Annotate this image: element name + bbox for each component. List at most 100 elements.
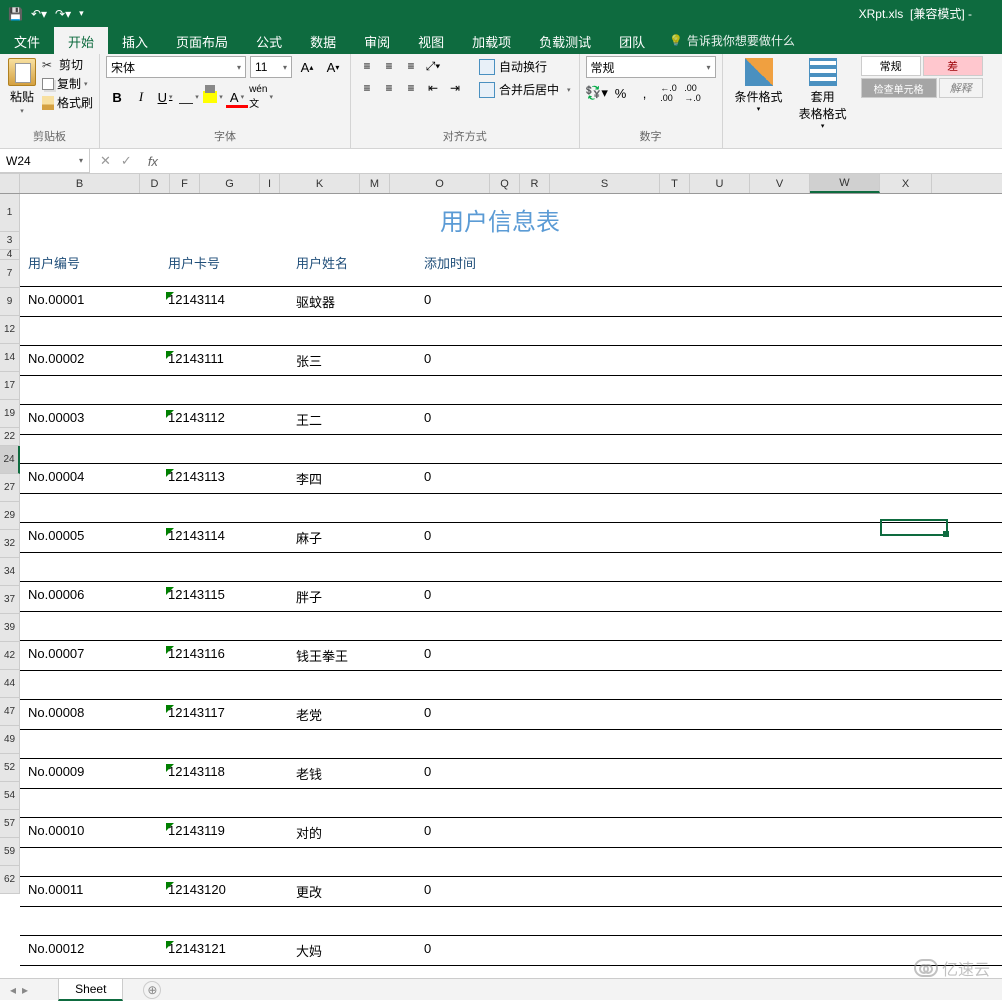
align-right-button[interactable]: ≡ <box>401 78 421 98</box>
paste-button[interactable]: 粘贴 ▾ <box>6 56 38 117</box>
cell-card[interactable]: 12143118 <box>168 764 296 783</box>
fill-color-button[interactable]: ▾ <box>202 86 224 108</box>
cut-button[interactable]: ✂剪切 <box>42 56 93 73</box>
tab-insert[interactable]: 插入 <box>108 27 162 54</box>
row-header-62[interactable]: 62 <box>0 866 20 894</box>
col-header-R[interactable]: R <box>520 174 550 193</box>
table-row[interactable]: No.0000312143112王二0 <box>20 404 1002 435</box>
format-as-table-button[interactable]: 套用 表格格式▾ <box>793 56 853 132</box>
row-header-59[interactable]: 59 <box>0 838 20 866</box>
comma-button[interactable]: , <box>634 82 656 104</box>
cell-card[interactable]: 12143115 <box>168 587 296 606</box>
cell-no[interactable]: No.00002 <box>28 351 168 370</box>
font-name-combo[interactable]: 宋体▾ <box>106 56 246 78</box>
cell-card[interactable]: 12143116 <box>168 646 296 665</box>
font-color-button[interactable]: A▾ <box>226 86 248 108</box>
col-header-T[interactable]: T <box>660 174 690 193</box>
tab-view[interactable]: 视图 <box>404 27 458 54</box>
tab-nav-next[interactable]: ▸ <box>22 983 28 997</box>
align-bottom-button[interactable]: ≡ <box>401 56 421 76</box>
row-header-17[interactable]: 17 <box>0 372 20 400</box>
style-normal[interactable]: 常规 <box>861 56 921 76</box>
sheet-tab-active[interactable]: Sheet <box>58 978 123 1001</box>
cell-time[interactable]: 0 <box>424 705 544 724</box>
tab-review[interactable]: 审阅 <box>350 27 404 54</box>
style-explain[interactable]: 解释 <box>939 78 983 98</box>
cell-time[interactable]: 0 <box>424 528 544 547</box>
align-left-button[interactable]: ≡ <box>357 78 377 98</box>
cell-no[interactable]: No.00004 <box>28 469 168 488</box>
row-header-54[interactable]: 54 <box>0 782 20 810</box>
row-header-39[interactable]: 39 <box>0 614 20 642</box>
cell-card[interactable]: 12143117 <box>168 705 296 724</box>
formula-input[interactable] <box>168 149 1002 173</box>
enter-icon[interactable]: ✓ <box>121 153 132 169</box>
row-header-52[interactable]: 52 <box>0 754 20 782</box>
italic-button[interactable]: I <box>130 86 152 108</box>
row-header-19[interactable]: 19 <box>0 400 20 428</box>
cell-no[interactable]: No.00008 <box>28 705 168 724</box>
cell-name[interactable]: 老党 <box>296 705 424 724</box>
qat-more-icon[interactable]: ▾ <box>79 8 84 19</box>
table-row[interactable]: No.0000712143116钱王拳王0 <box>20 640 1002 671</box>
cell-time[interactable]: 0 <box>424 469 544 488</box>
row-header-29[interactable]: 29 <box>0 502 20 530</box>
cell-no[interactable]: No.00006 <box>28 587 168 606</box>
row-header-1[interactable]: 1 <box>0 194 20 232</box>
table-row[interactable]: No.0000912143118老钱0 <box>20 758 1002 789</box>
tab-file[interactable]: 文件 <box>0 27 54 54</box>
cell-time[interactable]: 0 <box>424 351 544 370</box>
col-header-M[interactable]: M <box>360 174 390 193</box>
tell-me-search[interactable]: 告诉我你想要做什么 <box>669 27 795 54</box>
underline-button[interactable]: U▾ <box>154 86 176 108</box>
cell-card[interactable]: 12143121 <box>168 941 296 960</box>
cell-no[interactable]: No.00007 <box>28 646 168 665</box>
cell-time[interactable]: 0 <box>424 941 544 960</box>
cell-time[interactable]: 0 <box>424 764 544 783</box>
cell-name[interactable]: 对的 <box>296 823 424 842</box>
row-header-14[interactable]: 14 <box>0 344 20 372</box>
cell-no[interactable]: No.00011 <box>28 882 168 901</box>
indent-decrease-button[interactable]: ⇤ <box>423 78 443 98</box>
tab-nav-prev[interactable]: ◂ <box>10 983 16 997</box>
table-row[interactable]: No.0000412143113李四0 <box>20 463 1002 494</box>
cell-time[interactable]: 0 <box>424 646 544 665</box>
cell-card[interactable]: 12143112 <box>168 410 296 429</box>
col-header-G[interactable]: G <box>200 174 260 193</box>
cell-card[interactable]: 12143120 <box>168 882 296 901</box>
cell-card[interactable]: 12143111 <box>168 351 296 370</box>
table-row[interactable]: No.0000612143115胖子0 <box>20 581 1002 612</box>
border-button[interactable]: ▾ <box>178 86 200 108</box>
bold-button[interactable]: B <box>106 86 128 108</box>
row-header-42[interactable]: 42 <box>0 642 20 670</box>
row-header-24[interactable]: 24 <box>0 446 20 474</box>
table-row[interactable]: No.0000512143114麻子0 <box>20 522 1002 553</box>
wrap-text-button[interactable]: 自动换行 <box>477 56 573 77</box>
col-header-I[interactable]: I <box>260 174 280 193</box>
row-header-3[interactable]: 3 <box>0 232 20 250</box>
orientation-button[interactable]: ⤢▾ <box>423 56 443 76</box>
cell-no[interactable]: No.00003 <box>28 410 168 429</box>
font-size-combo[interactable]: 11▾ <box>250 56 292 78</box>
new-sheet-button[interactable]: ⊕ <box>143 981 161 999</box>
cell-no[interactable]: No.00012 <box>28 941 168 960</box>
row-header-7[interactable]: 7 <box>0 260 20 288</box>
accounting-button[interactable]: 💱▾ <box>586 82 608 104</box>
grid-area[interactable]: 1347912141719222427293234373942444749525… <box>0 194 1002 974</box>
merge-center-button[interactable]: 合并后居中▾ <box>477 79 573 100</box>
decrease-font-button[interactable]: A▾ <box>322 56 344 78</box>
tab-data[interactable]: 数据 <box>296 27 350 54</box>
style-bad[interactable]: 差 <box>923 56 983 76</box>
fx-icon[interactable]: fx <box>148 154 158 169</box>
cell-no[interactable]: No.00010 <box>28 823 168 842</box>
increase-font-button[interactable]: A▴ <box>296 56 318 78</box>
cell-name[interactable]: 更改 <box>296 882 424 901</box>
cell-time[interactable]: 0 <box>424 587 544 606</box>
cell-name[interactable]: 钱王拳王 <box>296 646 424 665</box>
col-header-Q[interactable]: Q <box>490 174 520 193</box>
col-header-B[interactable]: B <box>20 174 140 193</box>
tab-loadtest[interactable]: 负载测试 <box>525 27 605 54</box>
copy-button[interactable]: 复制▾ <box>42 75 93 92</box>
decrease-decimal-button[interactable]: .00→.0 <box>682 82 704 104</box>
col-header-V[interactable]: V <box>750 174 810 193</box>
